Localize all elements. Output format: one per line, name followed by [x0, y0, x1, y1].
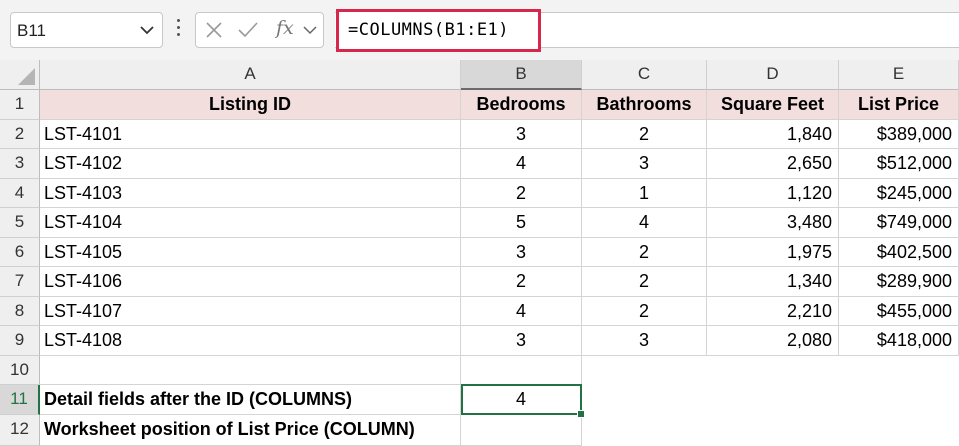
- summary-label-column[interactable]: Worksheet position of List Price (COLUMN…: [40, 415, 461, 446]
- row-header[interactable]: 1: [0, 90, 40, 120]
- table-cell[interactable]: LST-4102: [40, 149, 461, 179]
- row-header[interactable]: 10: [0, 356, 40, 385]
- table-cell[interactable]: $245,000: [839, 179, 959, 208]
- table-header-cell[interactable]: Bathrooms: [582, 90, 707, 120]
- table-cell[interactable]: $418,000: [839, 326, 959, 356]
- empty-cell[interactable]: [40, 356, 461, 385]
- table-cell[interactable]: 2,210: [707, 297, 839, 326]
- fill-handle[interactable]: [577, 410, 585, 418]
- table-cell[interactable]: 4: [461, 297, 582, 326]
- table-header-cell[interactable]: Square Feet: [707, 90, 839, 120]
- table-cell[interactable]: 1,340: [707, 267, 839, 297]
- formula-buttons: fx: [195, 12, 324, 48]
- row-header[interactable]: 9: [0, 326, 40, 356]
- table-cell[interactable]: $389,000: [839, 120, 959, 149]
- table-cell[interactable]: 2: [582, 238, 707, 267]
- row-header[interactable]: 11: [0, 385, 40, 415]
- row-header[interactable]: 12: [0, 415, 40, 446]
- table-cell[interactable]: LST-4106: [40, 267, 461, 297]
- chevron-down-icon[interactable]: [302, 22, 318, 38]
- table-header-cell[interactable]: List Price: [839, 90, 959, 120]
- table-cell[interactable]: 5: [461, 208, 582, 238]
- insert-function-icon[interactable]: fx: [276, 17, 294, 39]
- row-header[interactable]: 4: [0, 179, 40, 208]
- row-header[interactable]: 6: [0, 238, 40, 267]
- select-all-corner[interactable]: [0, 60, 40, 90]
- table-cell[interactable]: 4: [582, 208, 707, 238]
- row-header[interactable]: 7: [0, 267, 40, 297]
- table-cell[interactable]: 3: [461, 326, 582, 356]
- empty-cell[interactable]: [461, 356, 582, 385]
- table-cell[interactable]: LST-4108: [40, 326, 461, 356]
- table-cell[interactable]: 3: [582, 326, 707, 356]
- table-cell[interactable]: 2: [582, 267, 707, 297]
- row-header[interactable]: 3: [0, 149, 40, 179]
- row-header[interactable]: 2: [0, 120, 40, 149]
- table-cell[interactable]: 2: [582, 297, 707, 326]
- column-header-d[interactable]: D: [707, 60, 839, 90]
- table-cell[interactable]: $512,000: [839, 149, 959, 179]
- table-cell[interactable]: LST-4105: [40, 238, 461, 267]
- column-header-e[interactable]: E: [839, 60, 959, 90]
- table-cell[interactable]: 2,650: [707, 149, 839, 179]
- table-cell[interactable]: 2,080: [707, 326, 839, 356]
- table-cell[interactable]: 3,480: [707, 208, 839, 238]
- formula-bar-area: B11 fx =COLUMNS(B1:E1): [0, 0, 959, 60]
- table-cell[interactable]: 3: [461, 238, 582, 267]
- column-header-c[interactable]: C: [582, 60, 707, 90]
- table-cell[interactable]: 2: [582, 120, 707, 149]
- more-options-icon[interactable]: [175, 19, 181, 41]
- row-header[interactable]: 5: [0, 208, 40, 238]
- name-box-value: B11: [17, 21, 46, 40]
- table-header-cell[interactable]: Bedrooms: [461, 90, 582, 120]
- summary-value-column[interactable]: [461, 415, 582, 446]
- table-cell[interactable]: $402,500: [839, 238, 959, 267]
- table-cell[interactable]: 3: [582, 149, 707, 179]
- table-cell[interactable]: 2: [461, 267, 582, 297]
- table-cell[interactable]: 1: [582, 179, 707, 208]
- enter-check-icon[interactable]: [236, 20, 260, 40]
- select-all-triangle-icon: [18, 68, 35, 85]
- table-cell[interactable]: LST-4103: [40, 179, 461, 208]
- formula-highlight[interactable]: =COLUMNS(B1:E1): [336, 9, 541, 52]
- chevron-down-icon[interactable]: [138, 20, 156, 40]
- table-cell[interactable]: LST-4104: [40, 208, 461, 238]
- table-cell[interactable]: 1,120: [707, 179, 839, 208]
- column-header-b[interactable]: B: [461, 60, 582, 90]
- table-cell[interactable]: 4: [461, 149, 582, 179]
- column-header-a[interactable]: A: [40, 60, 461, 90]
- table-cell[interactable]: LST-4101: [40, 120, 461, 149]
- summary-label-columns[interactable]: Detail fields after the ID (COLUMNS): [40, 385, 461, 415]
- table-cell[interactable]: 1,975: [707, 238, 839, 267]
- table-cell[interactable]: 1,840: [707, 120, 839, 149]
- summary-value-columns[interactable]: 4: [461, 385, 582, 415]
- table-cell[interactable]: $749,000: [839, 208, 959, 238]
- table-cell[interactable]: $455,000: [839, 297, 959, 326]
- table-cell[interactable]: 2: [461, 179, 582, 208]
- table-header-cell[interactable]: Listing ID: [40, 90, 461, 120]
- formula-text: =COLUMNS(B1:E1): [348, 20, 510, 40]
- cancel-icon[interactable]: [204, 20, 224, 40]
- name-box[interactable]: B11: [10, 12, 163, 48]
- table-cell[interactable]: $289,900: [839, 267, 959, 297]
- row-header[interactable]: 8: [0, 297, 40, 326]
- table-cell[interactable]: 3: [461, 120, 582, 149]
- table-cell[interactable]: LST-4107: [40, 297, 461, 326]
